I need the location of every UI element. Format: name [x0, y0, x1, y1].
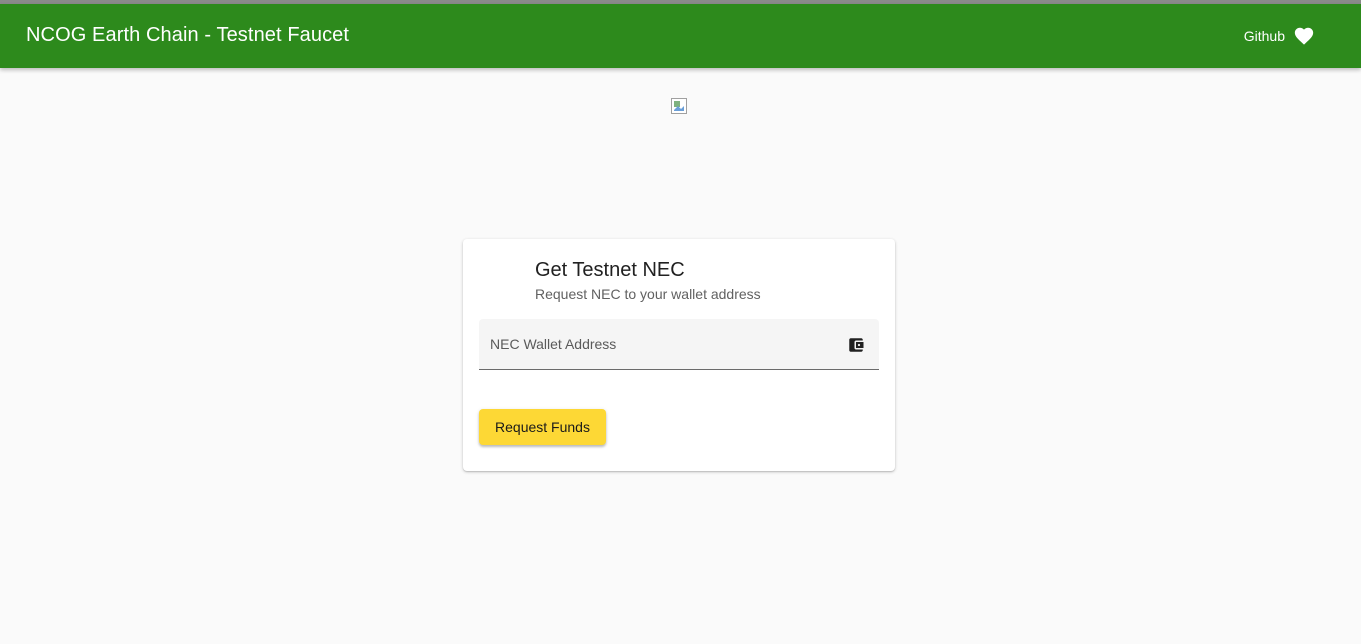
wallet-address-field [479, 319, 879, 370]
github-link[interactable]: Github [1244, 25, 1315, 47]
card-subtitle: Request NEC to your wallet address [535, 286, 761, 302]
faucet-card: Get Testnet NEC Request NEC to your wall… [463, 239, 895, 471]
wallet-icon [849, 338, 864, 352]
heart-icon [1294, 27, 1314, 45]
app-title: NCOG Earth Chain - Testnet Faucet [26, 24, 350, 46]
top-toolbar: NCOG Earth Chain - Testnet Faucet Github [0, 4, 1361, 68]
broken-image-icon [671, 98, 687, 114]
request-funds-button[interactable]: Request Funds [479, 409, 606, 445]
card-title: Get Testnet NEC [535, 259, 685, 281]
wallet-address-input[interactable] [479, 319, 879, 369]
github-label: Github [1243, 28, 1285, 44]
